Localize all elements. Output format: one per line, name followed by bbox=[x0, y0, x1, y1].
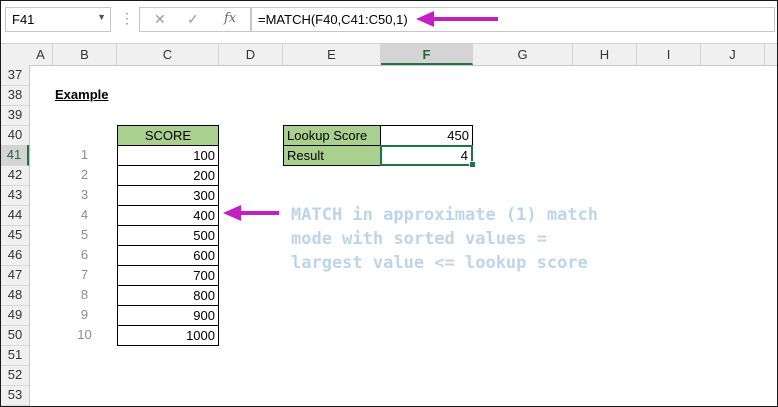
column-header-j[interactable]: J bbox=[701, 44, 765, 65]
name-box-value: F41 bbox=[12, 12, 35, 27]
score-cell[interactable]: 1000 bbox=[117, 325, 219, 346]
index-cell[interactable]: 4 bbox=[53, 205, 116, 225]
row-header-46[interactable]: 46 bbox=[1, 245, 29, 266]
row-header-40[interactable]: 40 bbox=[1, 125, 29, 146]
row-header-37[interactable]: 37 bbox=[1, 65, 29, 86]
score-arrow-icon bbox=[223, 205, 279, 221]
index-cell[interactable]: 5 bbox=[53, 225, 116, 245]
row-header-53[interactable]: 53 bbox=[1, 385, 29, 406]
column-header-bar: A B C D E F G H I J bbox=[1, 43, 777, 66]
formula-buttons: ✕ ✓ fx bbox=[139, 7, 251, 32]
annotation-line-3: largest value <= lookup score bbox=[291, 253, 588, 273]
row-header-39[interactable]: 39 bbox=[1, 105, 29, 126]
vertical-dots-icon[interactable]: ⋮ bbox=[120, 10, 134, 27]
score-cell[interactable]: 700 bbox=[117, 265, 219, 286]
row-header-38[interactable]: 38 bbox=[1, 85, 29, 106]
formula-bar: F41 ▼ ⋮ ✕ ✓ fx =MATCH(F40,C41:C50,1) bbox=[1, 1, 777, 43]
index-cell[interactable]: 6 bbox=[53, 245, 116, 265]
result-value-cell[interactable]: 4 bbox=[380, 145, 473, 166]
score-cell[interactable]: 900 bbox=[117, 305, 219, 326]
lookup-score-label[interactable]: Lookup Score bbox=[283, 125, 381, 146]
row-header-43[interactable]: 43 bbox=[1, 185, 29, 206]
index-cell[interactable]: 3 bbox=[53, 185, 116, 205]
annotation-line-2: mode with sorted values = bbox=[291, 229, 547, 249]
column-header-i[interactable]: I bbox=[637, 44, 701, 65]
row-header-47[interactable]: 47 bbox=[1, 265, 29, 286]
score-cell[interactable]: 800 bbox=[117, 285, 219, 306]
index-cell[interactable]: 2 bbox=[53, 165, 116, 185]
result-label[interactable]: Result bbox=[283, 145, 381, 166]
enter-check-icon[interactable]: ✓ bbox=[187, 11, 199, 28]
score-cell[interactable]: 600 bbox=[117, 245, 219, 266]
row-header-41[interactable]: 41 bbox=[1, 145, 29, 166]
formula-arrow-icon bbox=[416, 11, 498, 27]
cancel-icon[interactable]: ✕ bbox=[154, 11, 166, 28]
score-cell[interactable]: 300 bbox=[117, 185, 219, 206]
score-cell[interactable]: 100 bbox=[117, 145, 219, 166]
row-header-50[interactable]: 50 bbox=[1, 325, 29, 346]
formula-input[interactable]: =MATCH(F40,C41:C50,1) bbox=[251, 7, 775, 32]
score-cell[interactable]: 200 bbox=[117, 165, 219, 186]
column-header-e[interactable]: E bbox=[283, 44, 381, 65]
chevron-down-icon[interactable]: ▼ bbox=[97, 12, 106, 22]
row-header-49[interactable]: 49 bbox=[1, 305, 29, 326]
index-cell[interactable]: 8 bbox=[53, 285, 116, 305]
lookup-score-value[interactable]: 450 bbox=[380, 125, 473, 146]
score-cell[interactable]: 500 bbox=[117, 225, 219, 246]
fill-handle[interactable] bbox=[469, 161, 476, 168]
score-cell[interactable]: 400 bbox=[117, 205, 219, 226]
column-header-g[interactable]: G bbox=[473, 44, 573, 65]
score-header-cell[interactable]: SCORE bbox=[117, 125, 219, 146]
index-cell[interactable]: 7 bbox=[53, 265, 116, 285]
row-header-45[interactable]: 45 bbox=[1, 225, 29, 246]
formula-text: =MATCH(F40,C41:C50,1) bbox=[258, 12, 408, 27]
insert-function-icon[interactable]: fx bbox=[224, 11, 236, 26]
annotation-note: MATCH in approximate (1) match mode with … bbox=[291, 203, 598, 275]
row-header-51[interactable]: 51 bbox=[1, 345, 29, 366]
name-box[interactable]: F41 ▼ bbox=[5, 7, 111, 32]
annotation-line-1: MATCH in approximate (1) match bbox=[291, 205, 599, 225]
column-header-d[interactable]: D bbox=[219, 44, 283, 65]
example-heading[interactable]: Example bbox=[55, 85, 108, 105]
column-header-h[interactable]: H bbox=[573, 44, 637, 65]
row-header-52[interactable]: 52 bbox=[1, 365, 29, 386]
index-cell[interactable]: 10 bbox=[53, 325, 116, 345]
row-header-42[interactable]: 42 bbox=[1, 165, 29, 186]
spreadsheet-window: F41 ▼ ⋮ ✕ ✓ fx =MATCH(F40,C41:C50,1) A B… bbox=[0, 0, 778, 407]
index-cell[interactable]: 1 bbox=[53, 145, 116, 165]
column-header-c[interactable]: C bbox=[117, 44, 219, 65]
row-header-44[interactable]: 44 bbox=[1, 205, 29, 226]
column-header-f[interactable]: F bbox=[381, 44, 473, 65]
index-cell[interactable]: 9 bbox=[53, 305, 116, 325]
column-header-a[interactable]: A bbox=[29, 44, 53, 65]
column-header-b[interactable]: B bbox=[53, 44, 117, 65]
row-header-bar: 37 38 39 40 41 42 43 44 45 46 47 48 49 5… bbox=[1, 65, 30, 406]
row-header-48[interactable]: 48 bbox=[1, 285, 29, 306]
